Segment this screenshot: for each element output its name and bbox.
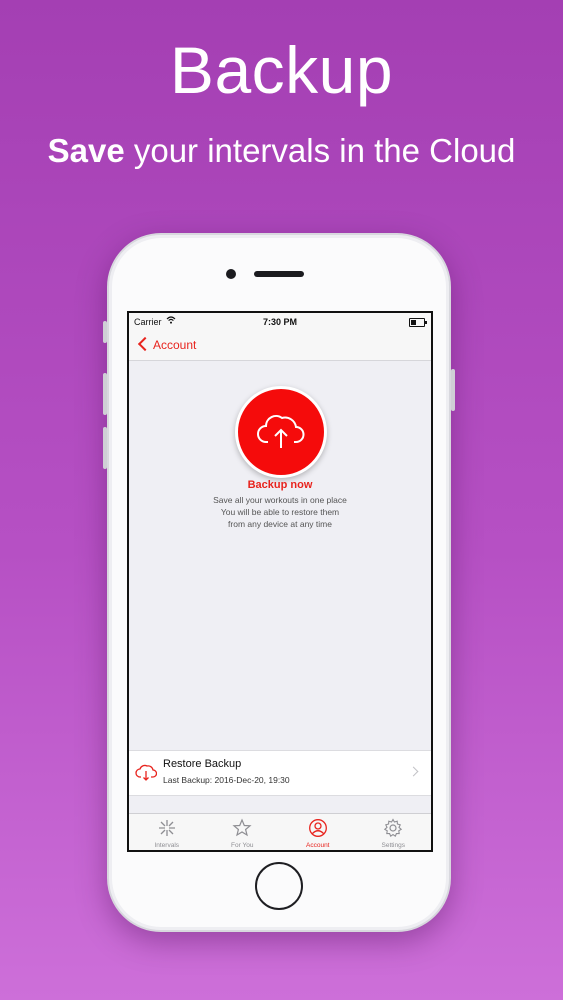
tab-settings[interactable]: Settings <box>356 814 432 850</box>
tab-for-you[interactable]: For You <box>205 814 281 850</box>
account-icon <box>308 819 327 837</box>
restore-backup-title: Restore Backup <box>163 758 242 770</box>
volume-up-button <box>103 373 107 415</box>
status-time: 7:30 PM <box>262 317 297 327</box>
gear-icon <box>384 818 403 838</box>
tab-bar: Intervals For You Account Settings <box>129 813 432 850</box>
backup-description-line: from any device at any time <box>228 519 332 529</box>
subline-rest: your intervals in the Cloud <box>124 132 516 169</box>
tab-label: For You <box>231 842 254 849</box>
cloud-download-icon <box>135 764 157 781</box>
tab-label: Intervals <box>154 842 180 849</box>
app-screen: Carrier 7:30 PM Account Backup now Save … <box>127 311 433 852</box>
last-backup-label: Last Backup: 2016-Dec-20, 19:30 <box>163 775 290 785</box>
phone-frame: Carrier 7:30 PM Account Backup now Save … <box>103 233 455 932</box>
backup-description-line: Save all your workouts in one place <box>213 495 347 505</box>
star-icon <box>232 818 252 837</box>
mute-switch <box>103 321 107 343</box>
battery-icon <box>409 318 427 327</box>
tab-label: Settings <box>381 842 406 849</box>
volume-down-button <box>103 427 107 469</box>
battery-fill <box>411 320 416 325</box>
intervals-icon <box>158 820 175 836</box>
status-bar: Carrier 7:30 PM <box>129 313 431 331</box>
cloud-upload-icon <box>257 415 305 448</box>
backup-now-title[interactable]: Backup now <box>129 479 431 491</box>
backup-description: Save all your workouts in one place You … <box>129 494 431 530</box>
home-button[interactable] <box>255 862 303 910</box>
earpiece-speaker <box>254 271 304 277</box>
headline: Backup <box>169 33 394 107</box>
restore-backup-row[interactable]: Restore Backup Last Backup: 2016-Dec-20,… <box>129 750 431 796</box>
backup-now-button[interactable] <box>235 386 327 478</box>
chevron-right-icon <box>408 766 419 777</box>
front-camera <box>226 269 236 279</box>
chevron-left-icon <box>137 336 153 352</box>
tab-label: Account <box>306 842 330 849</box>
subline: Save your intervals in the Cloud <box>0 132 563 170</box>
backup-description-line: You will be able to restore them <box>220 507 340 517</box>
subline-bold: Save <box>47 132 125 169</box>
tab-intervals[interactable]: Intervals <box>129 814 205 850</box>
back-button-label: Account <box>153 338 197 352</box>
tab-account[interactable]: Account <box>280 814 356 850</box>
navigation-bar: Account <box>129 331 431 361</box>
power-button <box>451 369 455 411</box>
